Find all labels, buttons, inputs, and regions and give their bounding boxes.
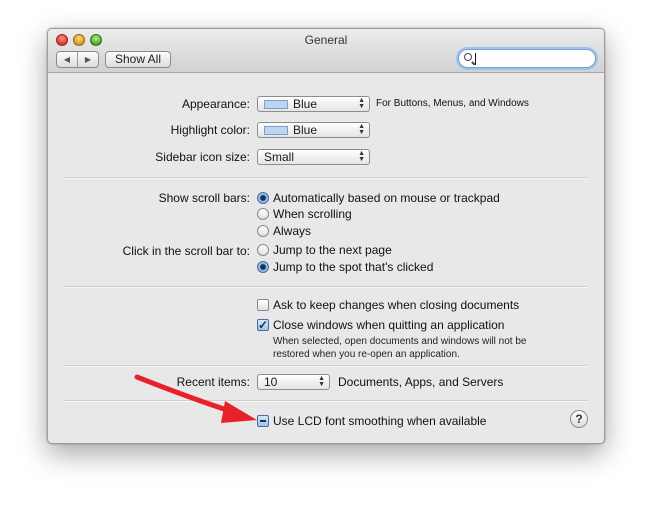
forward-arrow-icon[interactable]: ▶	[78, 52, 98, 67]
popup-arrows-icon: ▲ ▼	[318, 375, 325, 388]
back-arrow-icon[interactable]: ◀	[57, 52, 78, 67]
back-forward-control: ◀ ▶	[56, 51, 99, 68]
scroll-when-scrolling-radio[interactable]	[257, 208, 269, 220]
scroll-when-scrolling-label: When scrolling	[273, 207, 352, 221]
popup-arrows-icon: ▲ ▼	[358, 150, 365, 163]
ask-keep-changes-label: Ask to keep changes when closing documen…	[273, 298, 520, 312]
show-all-button[interactable]: Show All	[105, 51, 171, 68]
blue-swatch-icon	[264, 100, 288, 109]
title-bar: General ◀ ▶ Show All	[48, 29, 604, 73]
divider	[64, 365, 588, 367]
help-button[interactable]: ?	[570, 410, 588, 428]
ask-keep-changes-checkbox[interactable]	[257, 299, 269, 311]
text-caret	[475, 53, 476, 65]
close-windows-help-line1: When selected, open documents and window…	[273, 336, 527, 347]
close-windows-help-line2: restored when you re-open an application…	[273, 349, 460, 360]
jump-spot-label: Jump to the spot that's clicked	[273, 260, 434, 274]
preferences-window: General ◀ ▶ Show All Appearance: Blue ▲ ▼…	[47, 28, 605, 444]
appearance-value: Blue	[293, 97, 318, 111]
jump-next-page-label: Jump to the next page	[273, 243, 392, 257]
appearance-note: For Buttons, Menus, and Windows	[376, 98, 529, 109]
lcd-smoothing-checkbox[interactable]	[257, 415, 269, 427]
window-title: General	[304, 33, 348, 47]
highlight-popup[interactable]: Blue ▲ ▼	[257, 122, 370, 138]
sidebar-icon-label: Sidebar icon size:	[155, 150, 250, 164]
popup-arrows-icon: ▲ ▼	[358, 97, 365, 110]
scroll-bars-label: Show scroll bars:	[158, 191, 250, 205]
recent-items-value: 10	[264, 375, 278, 389]
search-input[interactable]	[458, 49, 596, 68]
click-scroll-label: Click in the scroll bar to:	[122, 244, 250, 258]
close-windows-checkbox[interactable]: ✓	[257, 319, 269, 331]
recent-items-note: Documents, Apps, and Servers	[338, 375, 504, 389]
sidebar-icon-value: Small	[264, 150, 295, 164]
sidebar-icon-popup[interactable]: Small ▲ ▼	[257, 149, 370, 165]
recent-items-label: Recent items:	[176, 375, 250, 389]
divider	[64, 286, 588, 288]
highlight-value: Blue	[293, 123, 318, 137]
appearance-popup[interactable]: Blue ▲ ▼	[257, 96, 370, 112]
close-windows-label: Close windows when quitting an applicati…	[273, 318, 505, 332]
highlight-label: Highlight color:	[170, 123, 250, 137]
divider	[64, 177, 588, 179]
scroll-auto-label: Automatically based on mouse or trackpad	[273, 191, 500, 205]
popup-arrows-icon: ▲ ▼	[358, 123, 365, 136]
blue-swatch-icon	[264, 126, 288, 135]
lcd-smoothing-label: Use LCD font smoothing when available	[273, 414, 487, 428]
divider	[64, 400, 588, 402]
recent-items-popup[interactable]: 10 ▲ ▼	[257, 374, 330, 390]
scroll-always-radio[interactable]	[257, 225, 269, 237]
search-icon	[464, 53, 472, 61]
jump-spot-radio[interactable]	[257, 261, 269, 273]
appearance-label: Appearance:	[181, 97, 250, 111]
jump-next-page-radio[interactable]	[257, 244, 269, 256]
scroll-auto-radio[interactable]	[257, 192, 269, 204]
scroll-always-label: Always	[273, 224, 312, 238]
